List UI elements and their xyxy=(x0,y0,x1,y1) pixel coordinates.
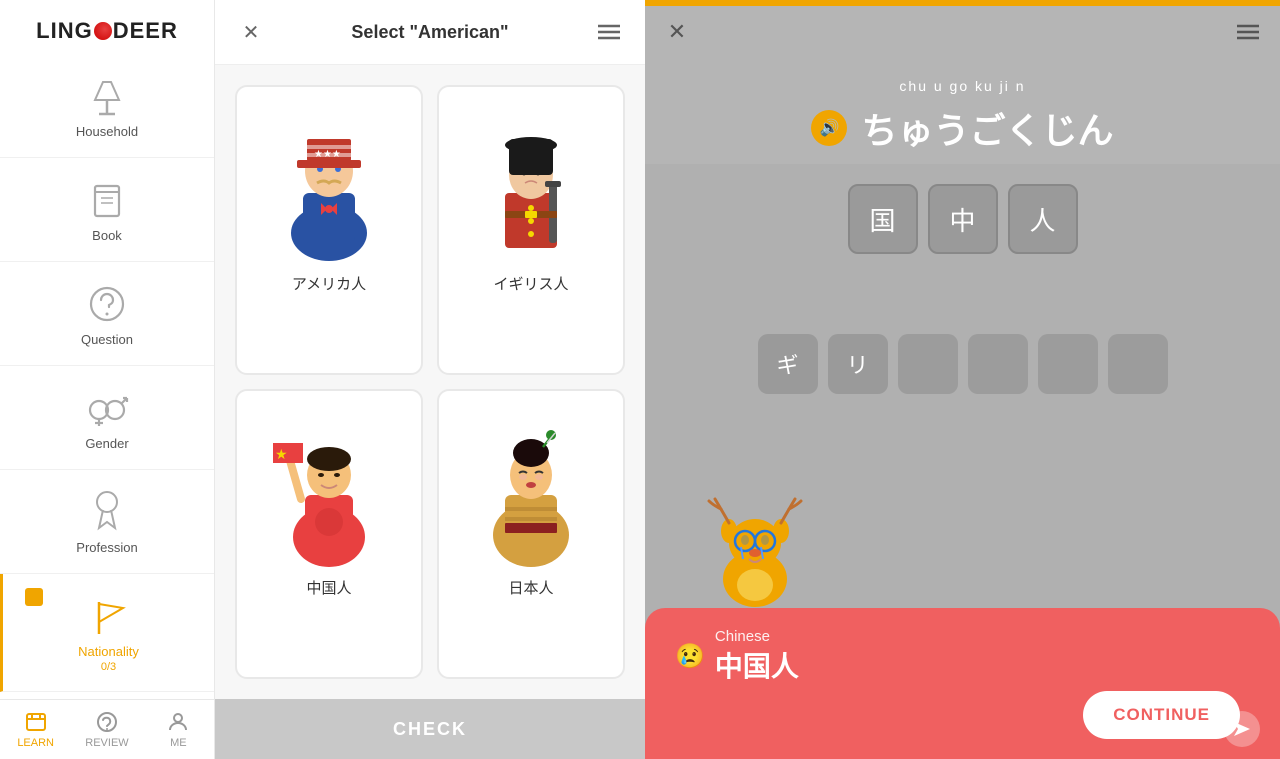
flag-icon xyxy=(85,592,133,640)
japanese-label: 日本人 xyxy=(508,577,553,598)
answer-popup: 😢 Chinese 中国人 CONTINUE xyxy=(645,608,1280,759)
bottom-nav-me[interactable]: ME xyxy=(143,700,214,759)
american-label: アメリカ人 xyxy=(292,273,366,294)
japanese-main: 🔊 ちゅうごくじん xyxy=(811,102,1113,154)
tie-icon xyxy=(83,488,131,536)
sidebar-item-alphabet[interactable]: Aa Alphabet xyxy=(0,692,214,699)
char-tile-1[interactable]: リ xyxy=(828,334,888,394)
nationality-grid: ★★★ アメリカ人 xyxy=(215,65,645,699)
japanese-word: ちゅうごくじん xyxy=(861,102,1113,154)
gender-label: Gender xyxy=(85,436,128,451)
check-button[interactable]: CHECK xyxy=(215,699,645,759)
learn-label: LEARN xyxy=(17,737,54,749)
char-tile-4[interactable] xyxy=(1038,334,1098,394)
nationality-label: Nationality xyxy=(78,644,139,659)
left-sidebar: LINGDEER Household xyxy=(0,0,215,759)
nationality-badge xyxy=(25,588,43,606)
answer-area xyxy=(645,264,1280,324)
nationality-progress: 0/3 xyxy=(101,661,116,673)
bottom-nav-review[interactable]: REVIEW xyxy=(71,700,142,759)
bottom-nav: LEARN REVIEW ME xyxy=(0,699,214,759)
modal-panel: ✕ Select "American" xyxy=(215,0,645,759)
nav-items: Household Book Qu xyxy=(0,54,214,699)
modal-close-button[interactable]: ✕ xyxy=(235,16,267,48)
kanji-tile-0[interactable]: 国 xyxy=(848,184,918,254)
bottom-nav-learn[interactable]: LEARN xyxy=(0,700,71,759)
char-tiles: ギ リ xyxy=(645,324,1280,404)
british-illustration xyxy=(461,103,601,263)
profession-label: Profession xyxy=(76,540,137,555)
svg-text:★: ★ xyxy=(275,446,288,462)
modal-title: Select "American" xyxy=(267,22,593,43)
right-top-bar: ✕ xyxy=(645,6,1280,58)
modal-header: ✕ Select "American" xyxy=(215,0,645,65)
right-close-button[interactable]: ✕ xyxy=(661,16,693,48)
char-tile-0[interactable]: ギ xyxy=(758,334,818,394)
american-illustration: ★★★ xyxy=(259,103,399,263)
check-label: CHECK xyxy=(393,719,467,740)
chinese-label: 中国人 xyxy=(306,577,351,598)
question-icon xyxy=(83,280,131,328)
char-tile-2[interactable] xyxy=(898,334,958,394)
card-japanese[interactable]: 日本人 xyxy=(437,389,625,679)
modal-menu-button[interactable] xyxy=(593,16,625,48)
british-label: イギリス人 xyxy=(493,273,568,294)
continue-button[interactable]: CONTINUE xyxy=(1083,691,1240,739)
continue-label: CONTINUE xyxy=(1113,705,1210,725)
japanese-illustration xyxy=(461,407,601,567)
sidebar-item-question[interactable]: Question xyxy=(0,262,214,366)
speaker-button[interactable]: 🔊 xyxy=(811,110,847,146)
sidebar-item-gender[interactable]: Gender xyxy=(0,366,214,470)
sidebar-item-nationality[interactable]: Nationality 0/3 xyxy=(0,574,214,692)
review-label: REVIEW xyxy=(85,737,128,749)
answer-word: 中国人 xyxy=(715,645,799,685)
logo: LINGDEER xyxy=(0,0,214,54)
question-label: Question xyxy=(81,332,133,347)
lamp-icon xyxy=(83,72,131,120)
romaji-text: chu u go ku ji n xyxy=(899,78,1025,94)
right-menu-button[interactable] xyxy=(1232,16,1264,48)
kanji-tiles: 国 中 人 xyxy=(645,164,1280,264)
char-tile-5[interactable] xyxy=(1108,334,1168,394)
card-chinese[interactable]: ★ 中国人 xyxy=(235,389,423,679)
right-panel: ✕ chu u go ku ji n 🔊 ちゅうごくじん 国 中 人 ギ リ xyxy=(645,0,1280,759)
book-icon xyxy=(83,176,131,224)
sidebar-item-household[interactable]: Household xyxy=(0,54,214,158)
sidebar-item-book[interactable]: Book xyxy=(0,158,214,262)
char-tile-3[interactable] xyxy=(968,334,1028,394)
sidebar-item-profession[interactable]: Profession xyxy=(0,470,214,574)
household-label: Household xyxy=(76,124,138,139)
svg-text:★★★: ★★★ xyxy=(314,149,341,160)
me-label: ME xyxy=(170,737,187,749)
pronunciation-area: chu u go ku ji n 🔊 ちゅうごくじん xyxy=(645,58,1280,164)
answer-label: Chinese xyxy=(715,628,799,645)
card-british[interactable]: イギリス人 xyxy=(437,85,625,375)
chinese-illustration: ★ xyxy=(259,407,399,567)
kanji-tile-1[interactable]: 中 xyxy=(928,184,998,254)
book-label: Book xyxy=(92,228,122,243)
card-american[interactable]: ★★★ アメリカ人 xyxy=(235,85,423,375)
kanji-tile-2[interactable]: 人 xyxy=(1008,184,1078,254)
gender-icon xyxy=(83,384,131,432)
